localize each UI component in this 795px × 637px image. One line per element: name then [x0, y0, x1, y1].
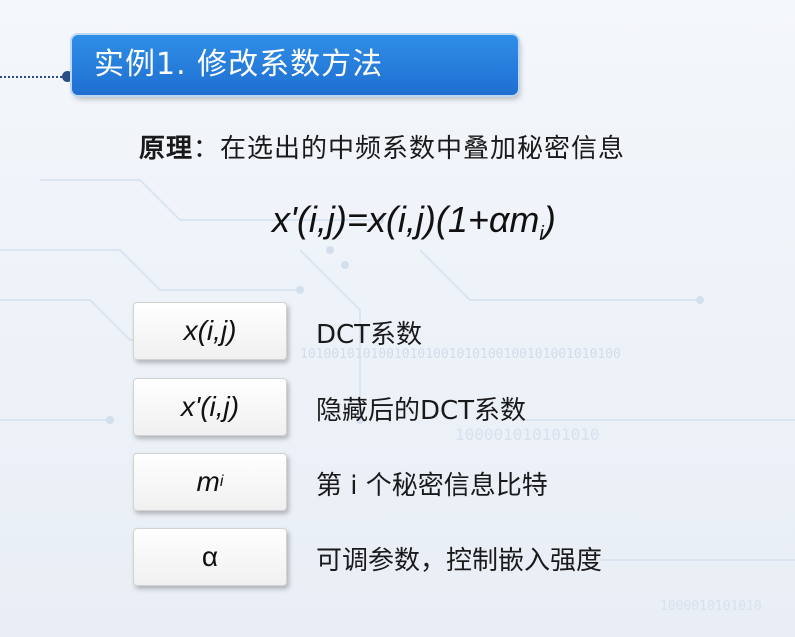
- term-desc-m: 第 i 个秘密信息比特: [316, 471, 548, 501]
- binary-text-2: 100001010101010: [455, 425, 600, 444]
- formula-tail: ): [543, 199, 556, 240]
- principle-separator: ：: [193, 134, 221, 164]
- principle-text: 在选出的中频系数中叠加秘密信息: [220, 134, 626, 164]
- term-subscript: i: [219, 473, 224, 490]
- embedding-formula: x'(i,j)=x(i,j)(1+αmi): [272, 199, 556, 246]
- binary-text-3: 1000010101010: [660, 599, 762, 614]
- term-label: α: [201, 541, 219, 572]
- formula-main: x'(i,j)=x(i,j)(1+αm: [272, 199, 540, 240]
- term-box-x-prime: x'(i,j): [133, 378, 287, 436]
- term-desc-x: DCT系数: [316, 320, 423, 350]
- term-desc-alpha: 可调参数，控制嵌入强度: [316, 546, 603, 576]
- term-box-x: x(i,j): [133, 302, 287, 360]
- term-desc-x-prime: 隐藏后的DCT系数: [316, 396, 527, 426]
- term-box-alpha: α: [133, 528, 287, 586]
- slide-title: 实例1. 修改系数方法: [72, 35, 518, 95]
- term-label: m: [196, 466, 220, 497]
- term-box-m: mi: [133, 453, 287, 511]
- term-label: x'(i,j): [180, 391, 240, 422]
- term-label: x(i,j): [183, 315, 237, 346]
- principle-label: 原理: [139, 134, 194, 164]
- title-connector-line: [0, 76, 66, 78]
- principle-line: 原理：在选出的中频系数中叠加秘密信息: [139, 128, 625, 165]
